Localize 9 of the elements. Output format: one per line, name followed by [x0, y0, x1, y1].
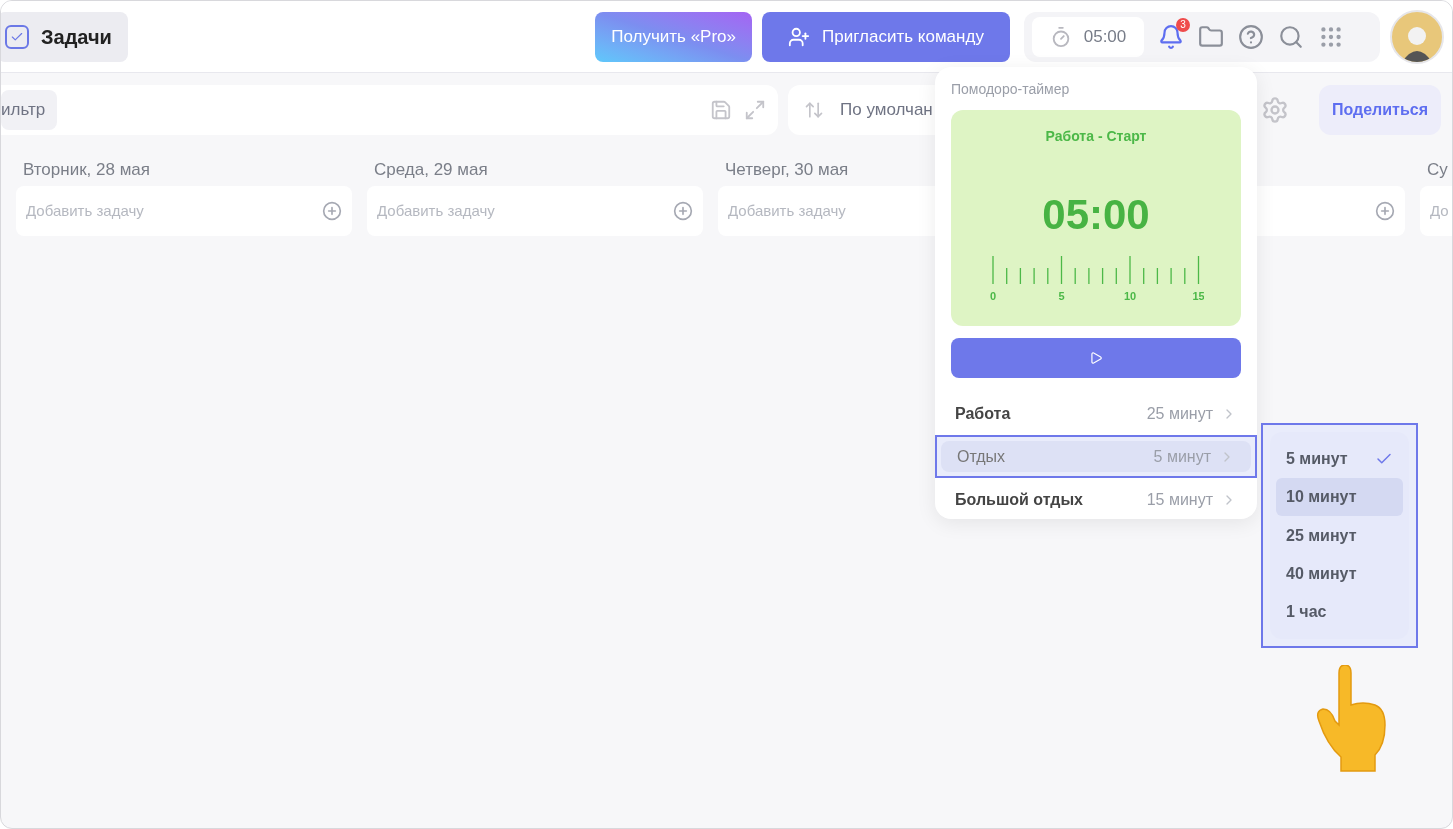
app-title: Задачи [41, 24, 112, 50]
day-title: Четверг, 30 мая [725, 160, 849, 179]
day-title: Су [1427, 160, 1448, 179]
day-title: Вторник, 28 мая [23, 160, 151, 179]
notification-badge: 3 [1176, 17, 1190, 32]
day-title: Среда, 29 мая [374, 160, 488, 179]
popover-title: Помодоро-таймер [951, 80, 1071, 99]
timer-phase: Работа - Старт [1045, 127, 1147, 146]
timeline-ruler-drawing: 0 5 10 15 [988, 254, 1204, 306]
